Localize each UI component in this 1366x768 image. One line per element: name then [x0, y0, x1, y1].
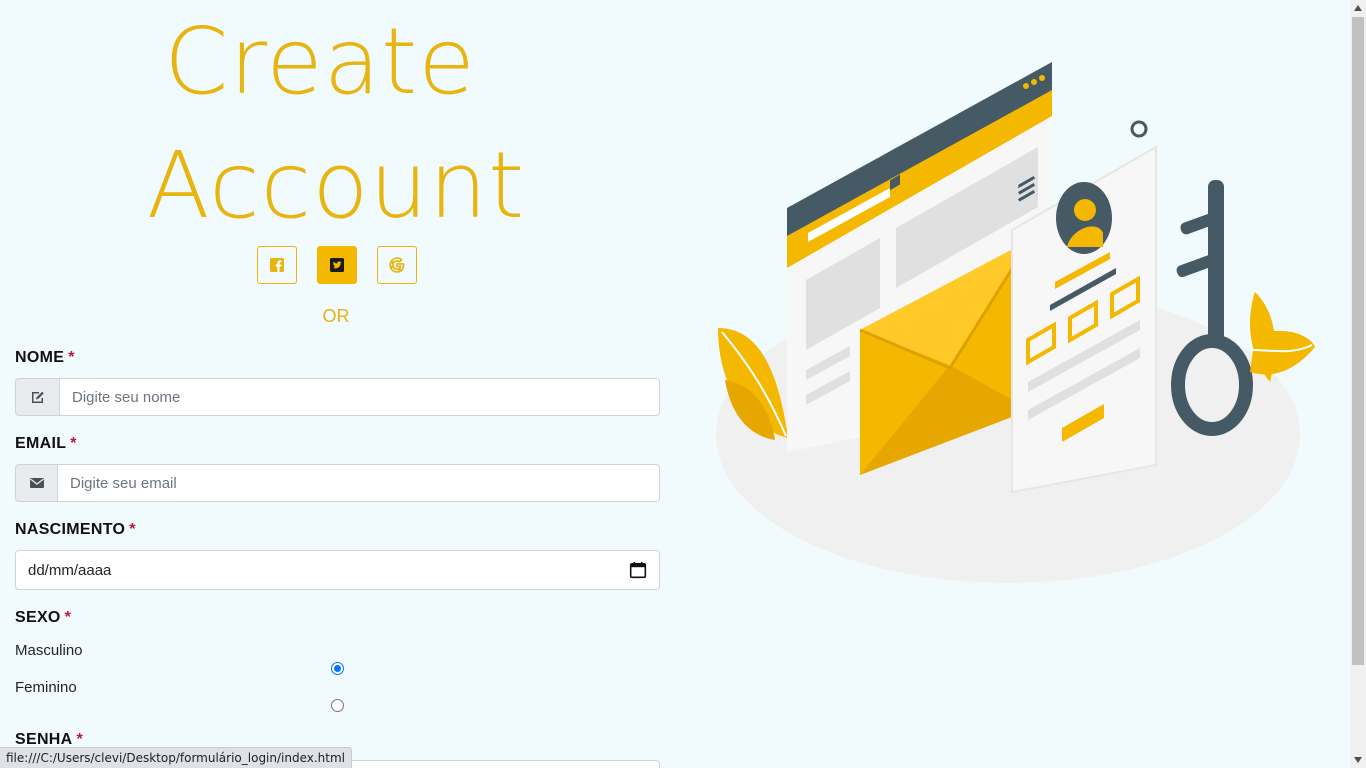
scroll-up-arrow[interactable] [1350, 0, 1366, 16]
nome-label-text: NOME [15, 349, 65, 366]
calendar-icon[interactable] [629, 561, 647, 579]
envelope-icon [29, 478, 44, 488]
email-addon [15, 464, 57, 502]
nome-placeholder: Digite seu nome [72, 388, 181, 406]
scroll-down-arrow[interactable] [1350, 752, 1366, 768]
google-button[interactable] [377, 246, 417, 284]
email-label: EMAIL * [15, 435, 77, 453]
sexo-label: SEXO * [15, 609, 71, 627]
page: Create Account OR NOME * Digite seu nome… [0, 0, 1350, 768]
social-buttons [257, 246, 417, 284]
page-title-line1: Create [164, 8, 476, 115]
nascimento-label-text: NASCIMENTO [15, 521, 126, 538]
required-marker: * [76, 731, 84, 748]
nome-input-group: Digite seu nome [15, 378, 660, 416]
email-label-text: EMAIL [15, 435, 67, 452]
email-field[interactable]: Digite seu email [57, 464, 660, 502]
nome-label: NOME * [15, 349, 75, 367]
nascimento-input-group: dd/mm/aaaa [15, 550, 660, 590]
page-title-line2: Account [146, 132, 526, 239]
nascimento-label: NASCIMENTO * [15, 521, 136, 539]
twitter-button[interactable] [317, 246, 357, 284]
scroll-up-icon [1354, 5, 1362, 11]
required-marker: * [68, 349, 75, 366]
required-marker: * [70, 435, 77, 452]
masculino-label[interactable]: Masculino [15, 642, 83, 659]
twitter-icon [330, 258, 344, 272]
google-icon [389, 257, 405, 273]
email-input-group: Digite seu email [15, 464, 660, 502]
required-marker: * [129, 521, 136, 538]
signup-illustration [716, 62, 1315, 583]
feminino-radio[interactable] [331, 699, 344, 712]
required-marker: * [64, 609, 72, 626]
senha-label-text: SENHA [15, 731, 73, 748]
or-divider: OR [322, 306, 350, 326]
sexo-label-text: SEXO [15, 609, 61, 626]
scroll-down-icon [1354, 757, 1362, 763]
browser-status-url: file:///C:/Users/clevi/Desktop/formulári… [0, 747, 353, 768]
masculino-radio[interactable] [331, 662, 344, 675]
nascimento-field[interactable]: dd/mm/aaaa [15, 550, 660, 590]
facebook-button[interactable] [257, 246, 297, 284]
date-placeholder: dd/mm/aaaa [28, 561, 112, 579]
page-scrollbar[interactable] [1350, 0, 1366, 768]
nome-field[interactable]: Digite seu nome [59, 378, 660, 416]
facebook-icon [270, 258, 284, 272]
scroll-thumb[interactable] [1352, 17, 1364, 665]
nome-addon [15, 378, 59, 416]
feminino-label[interactable]: Feminino [15, 679, 77, 696]
email-placeholder: Digite seu email [70, 474, 177, 492]
pencil-square-icon [31, 391, 44, 403]
